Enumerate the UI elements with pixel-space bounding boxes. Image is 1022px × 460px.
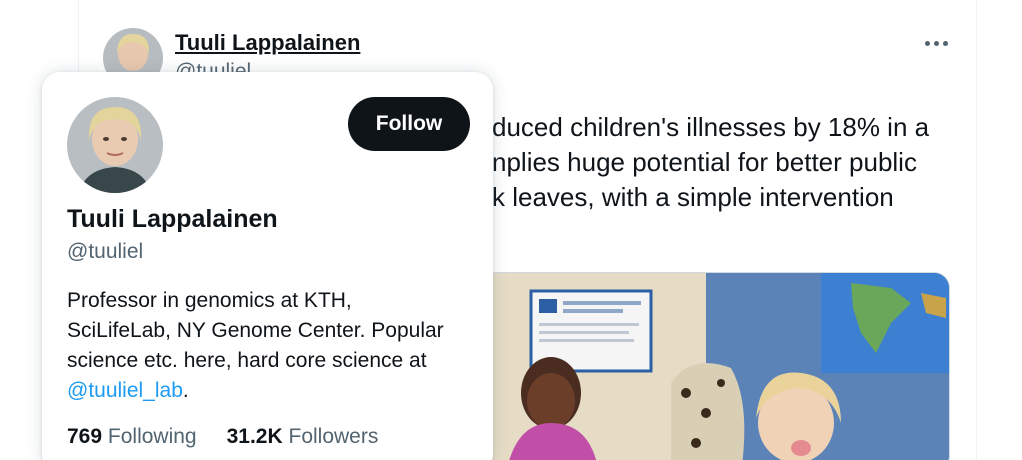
profile-name[interactable]: Tuuli Lappalainen <box>67 205 278 234</box>
bio-line: SciLifeLab, NY Genome Center. Popular <box>67 319 444 342</box>
followers-stat[interactable]: 31.2K Followers <box>227 425 379 449</box>
timeline-border-right <box>976 0 977 460</box>
tweet-media-photo[interactable] <box>420 272 950 460</box>
profile-handle[interactable]: @tuuliel <box>67 240 143 264</box>
profile-avatar[interactable] <box>67 97 163 193</box>
followers-label: Followers <box>288 425 379 448</box>
profile-bio: Professor in genomics at KTH, SciLifeLab… <box>67 286 477 406</box>
follow-button[interactable]: Follow <box>348 97 470 151</box>
bio-line: science etc. here, hard core science at <box>67 349 427 372</box>
bio-mention-link[interactable]: @tuuliel_lab <box>67 379 183 402</box>
profile-hovercard: Follow Tuuli Lappalainen @tuuliel Profes… <box>42 72 493 460</box>
more-horizontal-icon[interactable] <box>922 34 950 52</box>
following-stat[interactable]: 769 Following <box>67 425 197 449</box>
profile-stats: 769 Following 31.2K Followers <box>67 425 378 449</box>
followers-count: 31.2K <box>226 425 283 448</box>
following-label: Following <box>107 425 197 448</box>
bio-line: @tuuliel_lab. <box>67 376 477 406</box>
tweet-author-name[interactable]: Tuuli Lappalainen <box>175 30 360 56</box>
bio-suffix: . <box>182 379 189 402</box>
following-count: 769 <box>67 425 103 448</box>
bio-line: Professor in genomics at KTH, <box>67 289 352 312</box>
